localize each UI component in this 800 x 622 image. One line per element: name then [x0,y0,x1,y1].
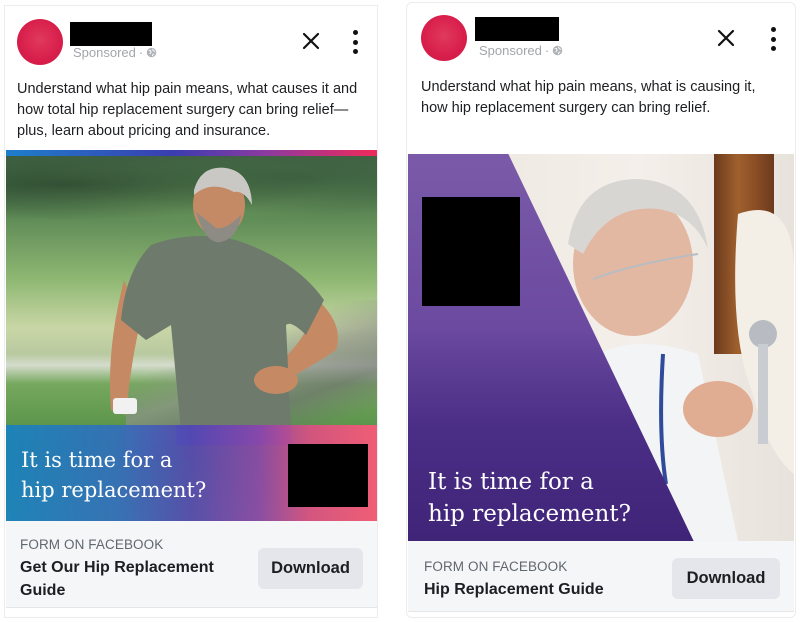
globe-icon [552,45,563,56]
dot [352,49,358,54]
form-label: FORM ON FACEBOOK [424,559,568,574]
form-label: FORM ON FACEBOOK [20,537,164,552]
advertiser-avatar[interactable] [421,15,467,61]
separator-dot: · [544,43,550,58]
banner-headline: It is time for a hip replacement? [21,445,206,505]
dot [770,36,776,42]
ad-card-1: Sponsored · Understand what hip pain mea… [4,5,378,618]
close-icon [302,32,320,50]
form-title[interactable]: Hip Replacement Guide [424,578,604,601]
dot [352,39,358,45]
separator-dot: · [138,45,144,60]
brand-logo-redacted [288,444,368,507]
ad-image[interactable]: It is time for a hip replacement? [408,154,794,541]
cta-footer: FORM ON FACEBOOK Hip Replacement Guide D… [408,541,794,612]
headline-banner: It is time for a hip replacement? [6,425,377,521]
close-icon [717,29,735,47]
cta-footer: FORM ON FACEBOOK Get Our Hip Replacement… [6,521,377,608]
advertiser-avatar[interactable] [17,19,63,65]
banner-line-1: It is time for a [428,469,594,495]
more-options-icon [770,27,776,32]
more-options-button[interactable] [766,25,780,53]
sponsored-text: Sponsored [479,43,542,58]
ad-body-text: Understand what hip pain means, what cau… [17,81,358,139]
sponsored-label: Sponsored · [479,43,563,58]
advertiser-name-redacted[interactable] [70,22,152,46]
ad-body-text: Understand what hip pain means, what is … [421,79,756,116]
advertiser-name-redacted[interactable] [475,17,559,41]
close-button[interactable] [713,25,739,51]
banner-line-1: It is time for a [21,448,173,472]
brand-logo-redacted [422,197,520,306]
ad-header: Sponsored · [5,6,377,76]
more-options-button[interactable] [348,28,362,56]
sponsored-text: Sponsored [73,45,136,60]
ad-card-2: Sponsored · Understand what hip pain mea… [406,2,796,618]
more-options-icon [352,30,358,35]
close-button[interactable] [298,28,324,54]
ad-header: Sponsored · [407,3,795,73]
banner-line-2: hip replacement? [428,501,631,527]
banner-headline: It is time for a hip replacement? [428,466,631,530]
download-button[interactable]: Download [258,548,363,589]
dot [770,46,776,51]
download-button[interactable]: Download [672,558,780,599]
ad-image[interactable]: It is time for a hip replacement? [6,150,377,521]
globe-icon [146,47,157,58]
form-title[interactable]: Get Our Hip Replacement Guide [20,556,240,602]
sponsored-label: Sponsored · [73,45,157,60]
banner-line-2: hip replacement? [21,478,207,502]
